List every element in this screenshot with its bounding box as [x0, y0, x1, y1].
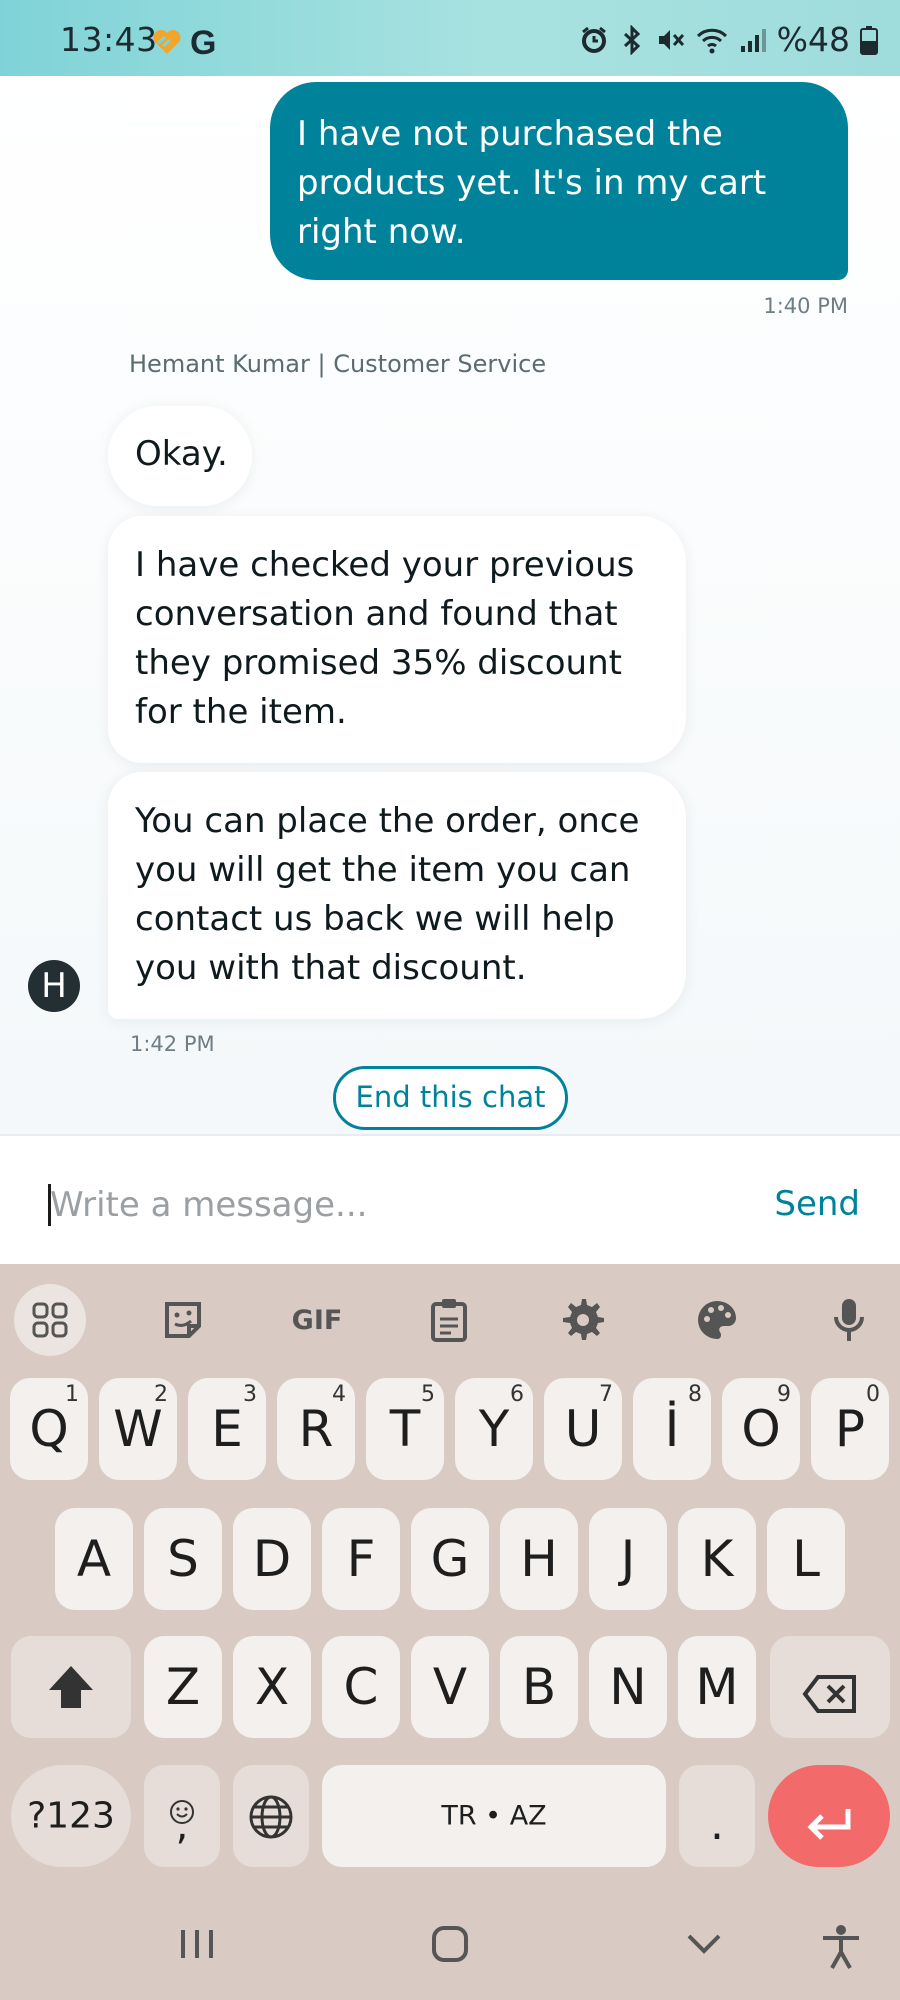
period-key[interactable]: . [679, 1765, 755, 1867]
key-v[interactable]: V [411, 1636, 489, 1738]
sticker-icon[interactable] [148, 1283, 218, 1357]
status-time: 13:43 [60, 20, 158, 59]
key-q[interactable]: Q1 [10, 1378, 88, 1480]
key-e[interactable]: E3 [188, 1378, 266, 1480]
incoming-message: You can place the order, once you will g… [108, 772, 686, 1019]
enter-icon [806, 1797, 854, 1855]
bluetooth-icon [619, 24, 645, 55]
space-key[interactable]: TR • AZ [322, 1765, 666, 1867]
battery-icon [860, 25, 878, 55]
key-l[interactable]: L [767, 1508, 845, 1610]
incoming-message: I have checked your previous conversatio… [108, 516, 686, 763]
language-key[interactable] [233, 1765, 309, 1867]
wifi-icon [695, 25, 729, 55]
keyboard: GIF Q1W2E3R4T5Y6U7İ8O9P0 ASDFGHJKL ZXCVB… [0, 1264, 900, 2000]
key-k[interactable]: K [678, 1508, 756, 1610]
outgoing-message: I have not purchased the products yet. I… [270, 82, 848, 280]
apps-icon[interactable] [14, 1284, 86, 1356]
heart-icon [152, 28, 182, 60]
clipboard-icon[interactable] [414, 1283, 484, 1357]
message-timestamp: 1:40 PM [763, 294, 848, 318]
key-y[interactable]: Y6 [455, 1378, 533, 1480]
key-a[interactable]: A [55, 1508, 133, 1610]
backspace-icon [802, 1668, 858, 1726]
home-icon[interactable] [430, 1924, 470, 1968]
recents-icon[interactable] [178, 1924, 216, 1968]
microphone-icon[interactable] [814, 1283, 884, 1357]
g-icon: G [190, 24, 217, 62]
hide-keyboard-icon[interactable] [685, 1924, 723, 1968]
enter-key[interactable] [768, 1765, 890, 1867]
key-j[interactable]: J [589, 1508, 667, 1610]
battery-percent: %48 [776, 20, 850, 59]
key-u[interactable]: U7 [544, 1378, 622, 1480]
message-timestamp: 1:42 PM [130, 1032, 215, 1056]
key-r[interactable]: R4 [277, 1378, 355, 1480]
settings-icon[interactable] [548, 1283, 618, 1357]
alarm-icon [579, 25, 609, 55]
accessibility-icon[interactable] [820, 1924, 862, 1974]
key-w[interactable]: W2 [99, 1378, 177, 1480]
chat-area[interactable]: I have not purchased the products yet. I… [0, 76, 900, 1134]
emoji-comma-key[interactable]: , [144, 1765, 220, 1867]
signal-icon [739, 26, 767, 54]
key-m[interactable]: M [678, 1636, 756, 1738]
key-g[interactable]: G [411, 1508, 489, 1610]
key-i̇[interactable]: İ8 [633, 1378, 711, 1480]
key-z[interactable]: Z [144, 1636, 222, 1738]
key-b[interactable]: B [500, 1636, 578, 1738]
key-h[interactable]: H [500, 1508, 578, 1610]
globe-icon [248, 1794, 294, 1852]
message-input[interactable] [50, 1178, 650, 1232]
key-n[interactable]: N [589, 1636, 667, 1738]
agent-name: Hemant Kumar | Customer Service [129, 350, 547, 378]
key-o[interactable]: O9 [722, 1378, 800, 1480]
key-s[interactable]: S [144, 1508, 222, 1610]
key-p[interactable]: P0 [811, 1378, 889, 1480]
end-chat-button[interactable]: End this chat [333, 1066, 568, 1130]
key-c[interactable]: C [322, 1636, 400, 1738]
message-composer: Send [0, 1134, 900, 1264]
incoming-message: Okay. [108, 406, 252, 506]
shift-key[interactable] [11, 1636, 131, 1738]
gif-icon[interactable]: GIF [282, 1283, 352, 1357]
mute-icon [655, 25, 685, 55]
agent-avatar: H [28, 960, 80, 1012]
key-d[interactable]: D [233, 1508, 311, 1610]
status-bar: 13:43 G %48 [0, 0, 900, 76]
palette-icon[interactable] [682, 1283, 752, 1357]
backspace-key[interactable] [770, 1636, 890, 1738]
key-t[interactable]: T5 [366, 1378, 444, 1480]
send-button[interactable]: Send [774, 1184, 860, 1224]
key-x[interactable]: X [233, 1636, 311, 1738]
key-f[interactable]: F [322, 1508, 400, 1610]
symbols-key[interactable]: ?123 [11, 1765, 131, 1867]
shift-icon [47, 1664, 95, 1722]
